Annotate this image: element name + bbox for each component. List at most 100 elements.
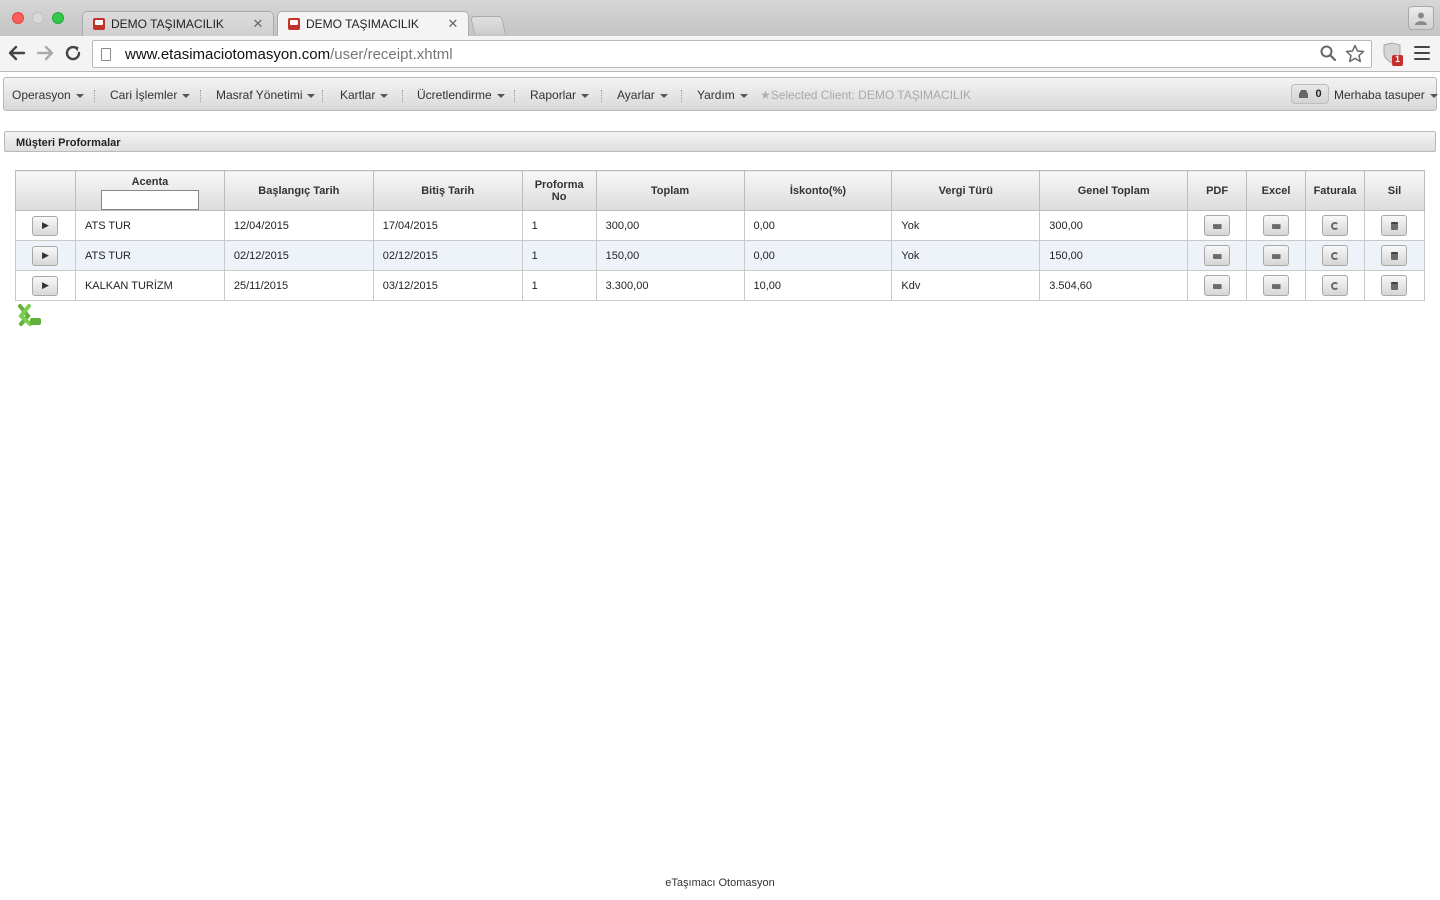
pdf-button[interactable] bbox=[1204, 215, 1231, 236]
faturala-button[interactable] bbox=[1321, 245, 1348, 266]
tab-close-icon[interactable]: ✕ bbox=[251, 16, 265, 32]
browser-tab-1[interactable]: DEMO TAŞIMACILIK ✕ bbox=[82, 11, 274, 36]
expand-row-button[interactable]: ▶ bbox=[32, 275, 59, 296]
menu-label: Masraf Yönetimi bbox=[216, 88, 303, 102]
caret-down-icon bbox=[307, 93, 316, 98]
excel-cell bbox=[1246, 210, 1306, 241]
cell-genel-toplam: 300,00 bbox=[1039, 210, 1189, 241]
delete-button[interactable] bbox=[1381, 215, 1408, 236]
col-toplam[interactable]: Toplam bbox=[595, 170, 745, 211]
caret-down-icon bbox=[581, 93, 590, 98]
excel-cell bbox=[1246, 270, 1306, 301]
new-tab-button[interactable] bbox=[470, 16, 506, 34]
pdf-button[interactable] bbox=[1204, 275, 1231, 296]
faturala-cell bbox=[1305, 270, 1365, 301]
table-row: ▶ ATS TUR 02/12/2015 02/12/2015 1 150,00… bbox=[15, 240, 1426, 271]
table-header-row: Acenta Başlangıç Tarih Bitiş Tarih Profo… bbox=[15, 170, 1426, 211]
delete-button[interactable] bbox=[1381, 275, 1408, 296]
menu-raporlar[interactable]: Raporlar bbox=[530, 88, 590, 102]
browser-menu-button[interactable] bbox=[1414, 46, 1430, 60]
cell-baslangic: 12/04/2015 bbox=[223, 210, 374, 241]
menu-label: Raporlar bbox=[530, 88, 577, 102]
inbox-icon bbox=[1299, 90, 1309, 98]
faturala-button[interactable] bbox=[1321, 215, 1348, 236]
pdf-icon bbox=[1212, 254, 1222, 259]
address-bar[interactable]: www.etasimaciotomasyon.com/user/receipt.… bbox=[92, 40, 1372, 68]
tab-close-icon[interactable]: ✕ bbox=[446, 16, 460, 32]
menu-label: Kartlar bbox=[340, 88, 376, 102]
menu-label: Ücretlendirme bbox=[417, 88, 492, 102]
col-proforma-label: Proforma bbox=[534, 178, 584, 191]
excel-cell bbox=[1246, 240, 1306, 271]
cell-baslangic: 02/12/2015 bbox=[223, 240, 374, 271]
refresh-icon bbox=[1330, 281, 1339, 290]
acenta-filter-input[interactable] bbox=[100, 189, 199, 210]
cell-vergi: Yok bbox=[891, 240, 1041, 271]
col-vergi-turu[interactable]: Vergi Türü bbox=[891, 170, 1041, 211]
cell-vergi: Kdv bbox=[891, 270, 1041, 301]
cell-bitis: 17/04/2015 bbox=[372, 210, 523, 241]
cell-toplam: 150,00 bbox=[595, 240, 745, 271]
cell-baslangic: 25/11/2015 bbox=[223, 270, 374, 301]
col-baslangic-tarih[interactable]: Başlangıç Tarih bbox=[223, 170, 374, 211]
col-acenta[interactable]: Acenta bbox=[74, 170, 225, 211]
menu-ucretlendirme[interactable]: Ücretlendirme bbox=[417, 88, 505, 102]
window-maximize-button[interactable] bbox=[52, 12, 64, 24]
cell-iskonto: 0,00 bbox=[743, 210, 893, 241]
menu-operasyon[interactable]: Operasyon bbox=[12, 88, 84, 102]
sil-cell bbox=[1363, 240, 1426, 271]
col-bitis-tarih[interactable]: Bitiş Tarih bbox=[372, 170, 523, 211]
menu-cari-islemler[interactable]: Cari İşlemler bbox=[110, 88, 191, 102]
menu-ayarlar[interactable]: Ayarlar bbox=[617, 88, 668, 102]
faturala-button[interactable] bbox=[1321, 275, 1348, 296]
cell-genel-toplam: 3.504,60 bbox=[1039, 270, 1189, 301]
table-row: ▶ ATS TUR 12/04/2015 17/04/2015 1 300,00… bbox=[15, 210, 1426, 241]
notification-button[interactable]: 0 bbox=[1291, 84, 1329, 104]
menu-kartlar[interactable]: Kartlar bbox=[340, 88, 389, 102]
app-menubar: Operasyon Cari İşlemler Masraf Yönetimi … bbox=[3, 77, 1438, 111]
menu-separator bbox=[402, 90, 403, 102]
excel-export-icon[interactable] bbox=[17, 303, 43, 327]
browser-tab-2[interactable]: DEMO TAŞIMACILIK ✕ bbox=[277, 11, 469, 36]
excel-button[interactable] bbox=[1263, 215, 1290, 236]
star-icon: ★ bbox=[760, 88, 771, 102]
pdf-button[interactable] bbox=[1204, 245, 1231, 266]
menu-separator bbox=[200, 90, 201, 102]
panel-header: Müşteri Proformalar bbox=[4, 131, 1436, 152]
trash-icon bbox=[1390, 251, 1398, 260]
delete-button[interactable] bbox=[1381, 245, 1408, 266]
excel-icon bbox=[1271, 224, 1281, 229]
bookmark-star-icon[interactable] bbox=[1345, 44, 1365, 64]
window-minimize-button[interactable] bbox=[32, 12, 44, 24]
expand-row-button[interactable]: ▶ bbox=[32, 215, 59, 236]
menu-yardim[interactable]: Yardım bbox=[697, 88, 748, 102]
menu-masraf-yonetimi[interactable]: Masraf Yönetimi bbox=[216, 88, 316, 102]
menu-separator bbox=[94, 90, 95, 102]
pdf-cell bbox=[1187, 210, 1248, 241]
excel-button[interactable] bbox=[1263, 245, 1290, 266]
reload-button[interactable] bbox=[62, 42, 84, 64]
expand-row-button[interactable]: ▶ bbox=[32, 245, 59, 266]
caret-down-icon bbox=[75, 93, 84, 98]
caret-down-icon bbox=[739, 93, 748, 98]
col-proforma-no[interactable]: Proforma No bbox=[521, 170, 597, 211]
profile-button[interactable] bbox=[1408, 6, 1434, 30]
search-icon[interactable] bbox=[1319, 44, 1337, 62]
user-menu[interactable]: Merhaba tasuper bbox=[1334, 88, 1438, 102]
col-genel-toplam[interactable]: Genel Toplam bbox=[1039, 170, 1189, 211]
forward-arrow-icon bbox=[36, 45, 54, 61]
excel-button[interactable] bbox=[1263, 275, 1290, 296]
pdf-icon bbox=[1212, 284, 1222, 289]
window-close-button[interactable] bbox=[12, 12, 24, 24]
back-button[interactable] bbox=[6, 42, 28, 64]
cell-iskonto: 10,00 bbox=[743, 270, 893, 301]
col-iskonto[interactable]: İskonto(%) bbox=[743, 170, 893, 211]
menu-label: Ayarlar bbox=[617, 88, 655, 102]
sil-cell bbox=[1363, 270, 1426, 301]
cell-genel-toplam: 150,00 bbox=[1039, 240, 1189, 271]
col-excel: Excel bbox=[1246, 170, 1306, 211]
forward-button[interactable] bbox=[34, 42, 56, 64]
extension-button[interactable]: 1 bbox=[1382, 42, 1404, 66]
col-acenta-label: Acenta bbox=[131, 175, 169, 188]
excel-icon bbox=[1271, 254, 1281, 259]
